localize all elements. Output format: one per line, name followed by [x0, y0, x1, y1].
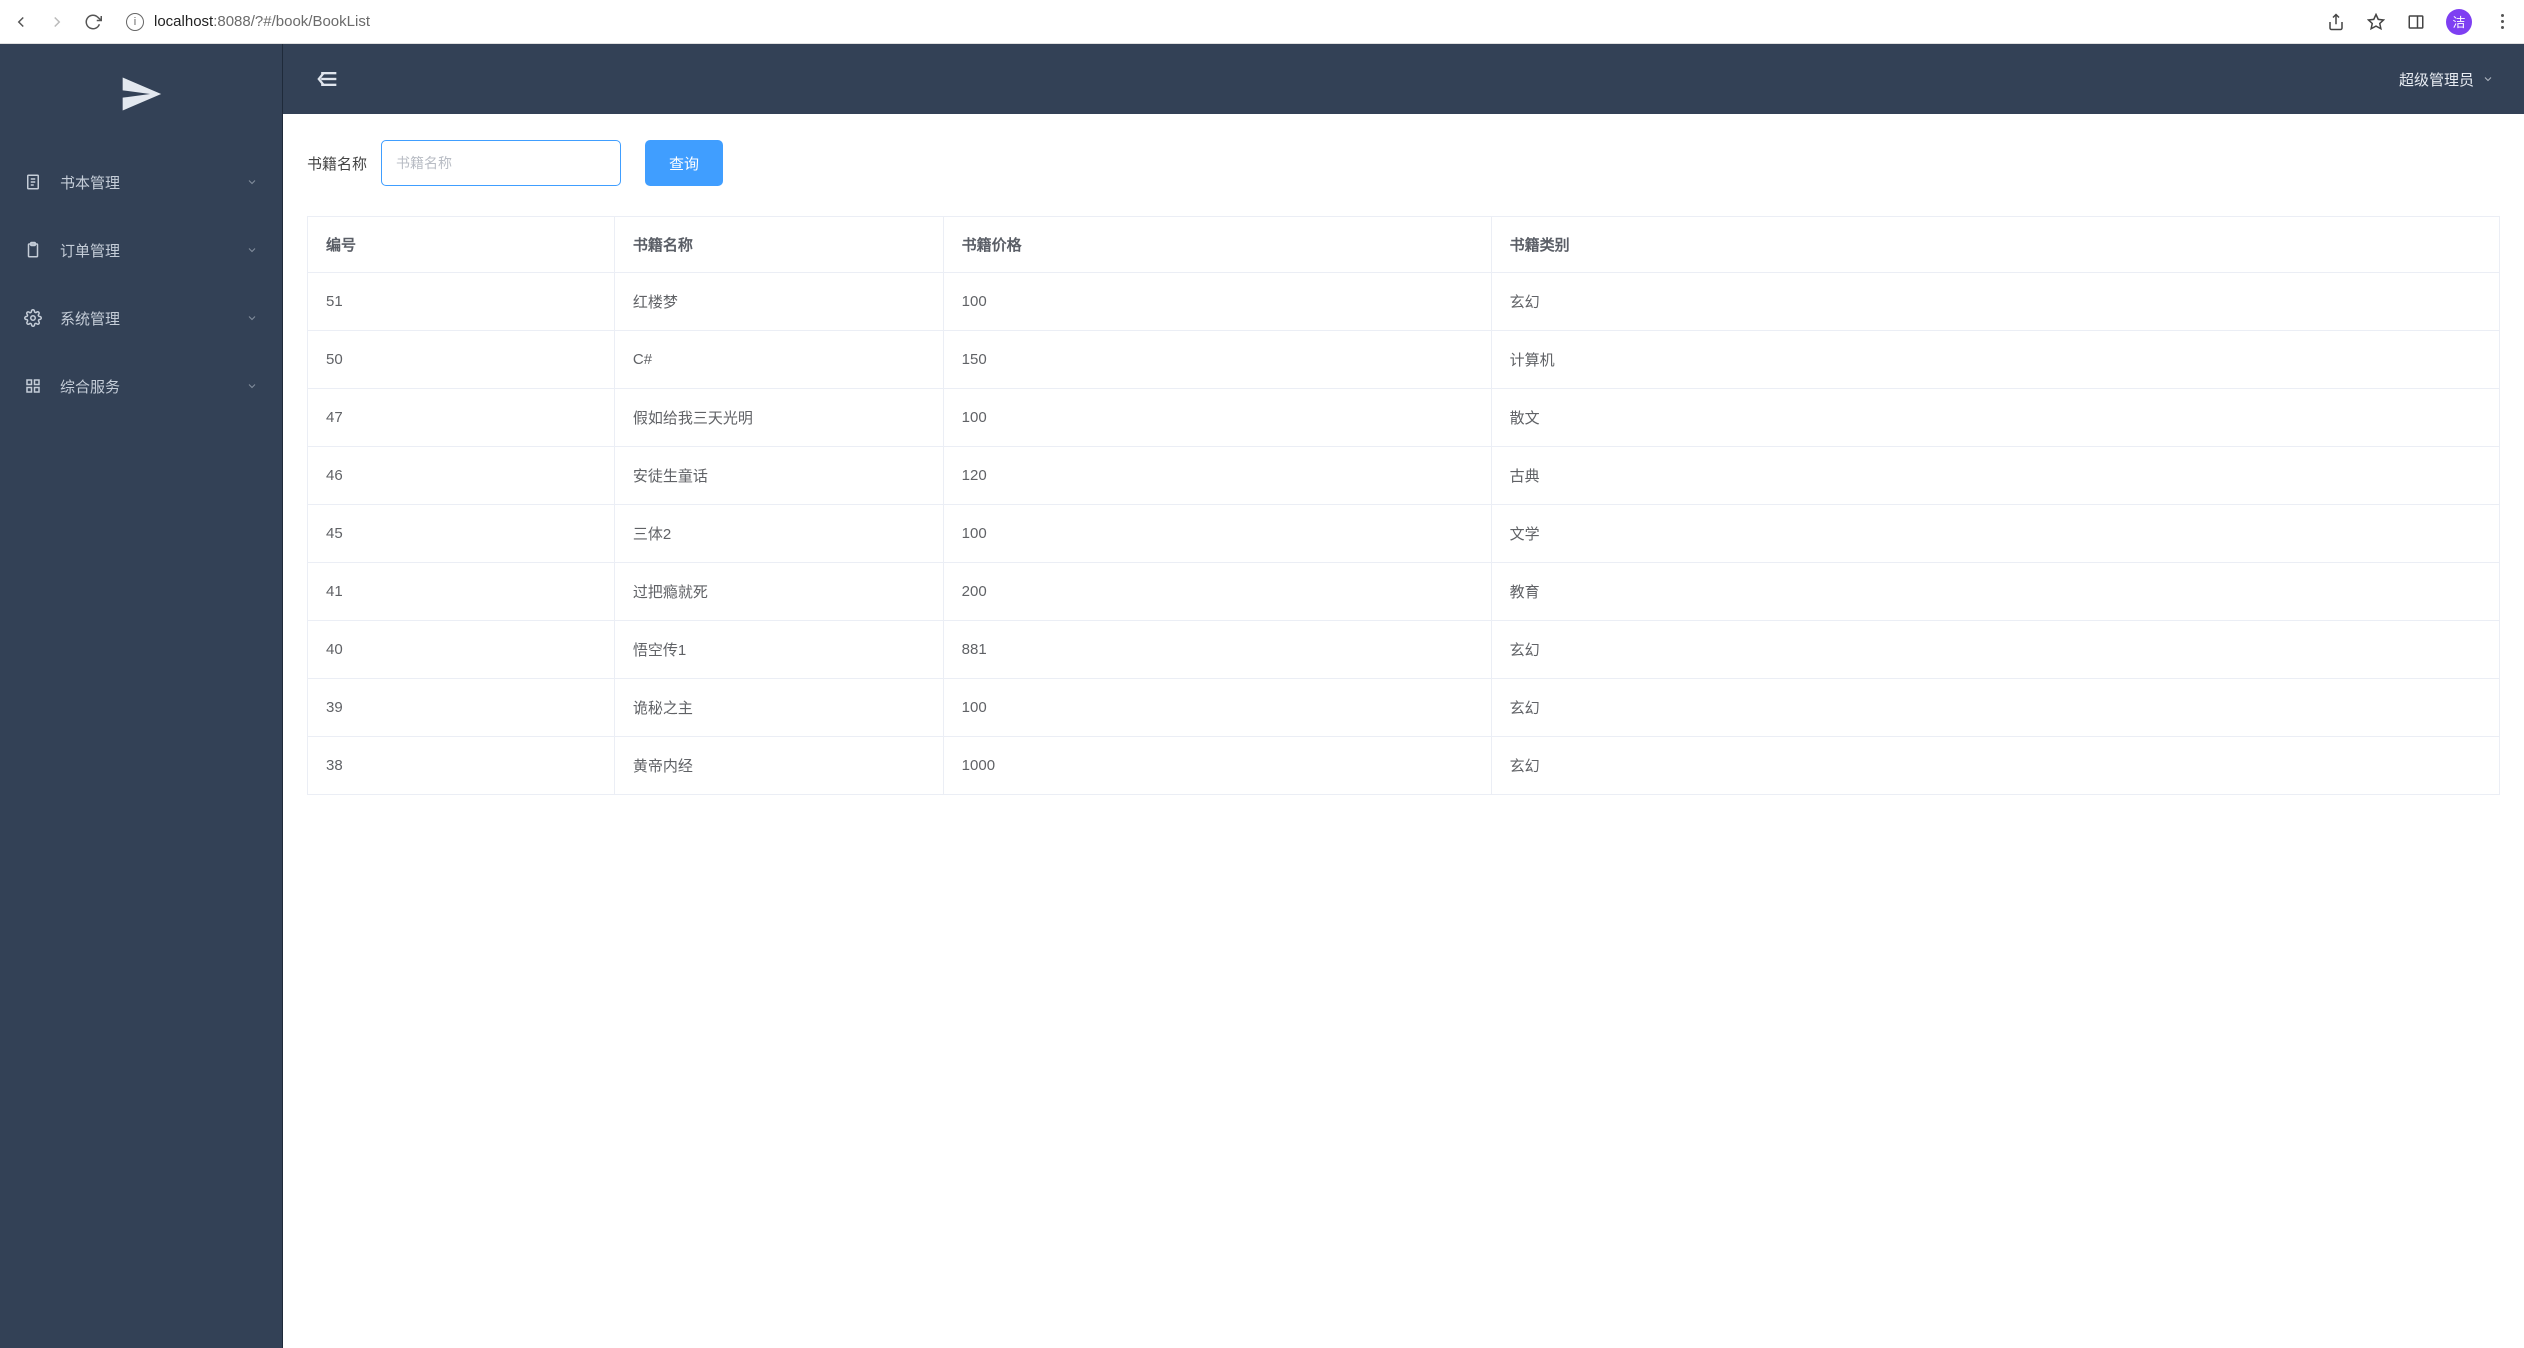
- kebab-menu-icon[interactable]: [2492, 12, 2512, 32]
- book-table: 编号 书籍名称 书籍价格 书籍类别 51红楼梦100玄幻50C#150计算机47…: [307, 216, 2500, 795]
- chevron-down-icon: [246, 380, 258, 392]
- collapse-sidebar-button[interactable]: [313, 65, 341, 93]
- cell-price: 100: [943, 679, 1491, 737]
- search-button[interactable]: 查询: [645, 140, 723, 186]
- forward-button[interactable]: [48, 13, 66, 31]
- url-bar[interactable]: i localhost:8088/?#/book/BookList: [126, 13, 2310, 31]
- table-row[interactable]: 51红楼梦100玄幻: [308, 273, 2500, 331]
- col-header-category: 书籍类别: [1491, 217, 2499, 273]
- cell-price: 100: [943, 389, 1491, 447]
- cell-id: 46: [308, 447, 615, 505]
- sidebar-item[interactable]: 订单管理: [0, 216, 282, 284]
- book-name-input[interactable]: [381, 140, 621, 186]
- cell-category: 文学: [1491, 505, 2499, 563]
- grid-icon: [24, 377, 42, 395]
- chevron-down-icon: [246, 244, 258, 256]
- sidebar-item-label: 综合服务: [60, 376, 246, 397]
- sidebar-menu: 书本管理订单管理系统管理综合服务: [0, 144, 282, 420]
- cell-price: 881: [943, 621, 1491, 679]
- main-area: 超级管理员 书籍名称 查询 编号 书籍名称 书籍价格 书籍类别: [283, 44, 2524, 1348]
- table-header-row: 编号 书籍名称 书籍价格 书籍类别: [308, 217, 2500, 273]
- topbar: 超级管理员: [283, 44, 2524, 114]
- table-row[interactable]: 40悟空传1881玄幻: [308, 621, 2500, 679]
- cell-id: 41: [308, 563, 615, 621]
- cell-category: 教育: [1491, 563, 2499, 621]
- browser-nav-group: [12, 13, 102, 31]
- sidebar-item[interactable]: 综合服务: [0, 352, 282, 420]
- cell-id: 45: [308, 505, 615, 563]
- cell-category: 玄幻: [1491, 273, 2499, 331]
- reload-button[interactable]: [84, 13, 102, 31]
- cell-name: C#: [614, 331, 943, 389]
- table-row[interactable]: 46安徒生童话120古典: [308, 447, 2500, 505]
- profile-avatar[interactable]: 洁: [2446, 9, 2472, 35]
- table-row[interactable]: 47假如给我三天光明100散文: [308, 389, 2500, 447]
- gear-icon: [24, 309, 42, 327]
- back-button[interactable]: [12, 13, 30, 31]
- cell-price: 100: [943, 505, 1491, 563]
- url-host: localhost: [154, 13, 213, 30]
- table-row[interactable]: 41过把瘾就死200教育: [308, 563, 2500, 621]
- cell-category: 玄幻: [1491, 679, 2499, 737]
- table-row[interactable]: 50C#150计算机: [308, 331, 2500, 389]
- cell-category: 玄幻: [1491, 621, 2499, 679]
- cell-price: 100: [943, 273, 1491, 331]
- table-row[interactable]: 39诡秘之主100玄幻: [308, 679, 2500, 737]
- browser-right-group: 洁: [2326, 9, 2512, 35]
- cell-category: 古典: [1491, 447, 2499, 505]
- content: 书籍名称 查询 编号 书籍名称 书籍价格 书籍类别 51红楼梦100玄幻50C#…: [283, 114, 2524, 1348]
- cell-id: 51: [308, 273, 615, 331]
- sidebar: 书本管理订单管理系统管理综合服务: [0, 44, 283, 1348]
- cell-id: 38: [308, 737, 615, 795]
- cell-name: 红楼梦: [614, 273, 943, 331]
- paper-plane-icon: [119, 72, 163, 116]
- cell-name: 诡秘之主: [614, 679, 943, 737]
- chevron-down-icon: [246, 312, 258, 324]
- cell-id: 39: [308, 679, 615, 737]
- col-header-name: 书籍名称: [614, 217, 943, 273]
- sidebar-item-label: 书本管理: [60, 172, 246, 193]
- chevron-down-icon: [246, 176, 258, 188]
- cell-name: 黄帝内经: [614, 737, 943, 795]
- url-path: :8088/?#/book/BookList: [213, 13, 370, 30]
- cell-price: 1000: [943, 737, 1491, 795]
- cell-category: 计算机: [1491, 331, 2499, 389]
- search-row: 书籍名称 查询: [307, 140, 2500, 186]
- sidebar-item[interactable]: 书本管理: [0, 148, 282, 216]
- sidebar-item[interactable]: 系统管理: [0, 284, 282, 352]
- cell-price: 120: [943, 447, 1491, 505]
- share-icon[interactable]: [2326, 12, 2346, 32]
- user-label: 超级管理员: [2399, 69, 2474, 90]
- panel-icon[interactable]: [2406, 12, 2426, 32]
- cell-price: 200: [943, 563, 1491, 621]
- site-info-icon[interactable]: i: [126, 13, 144, 31]
- chevron-down-icon: [2482, 73, 2494, 85]
- cell-name: 三体2: [614, 505, 943, 563]
- logo[interactable]: [0, 44, 282, 144]
- cell-name: 假如给我三天光明: [614, 389, 943, 447]
- cell-category: 玄幻: [1491, 737, 2499, 795]
- url-text: localhost:8088/?#/book/BookList: [154, 13, 370, 30]
- cell-name: 安徒生童话: [614, 447, 943, 505]
- table-row[interactable]: 38黄帝内经1000玄幻: [308, 737, 2500, 795]
- star-icon[interactable]: [2366, 12, 2386, 32]
- search-label: 书籍名称: [307, 153, 367, 174]
- sidebar-item-label: 系统管理: [60, 308, 246, 329]
- cell-id: 50: [308, 331, 615, 389]
- table-row[interactable]: 45三体2100文学: [308, 505, 2500, 563]
- col-header-id: 编号: [308, 217, 615, 273]
- cell-id: 40: [308, 621, 615, 679]
- sidebar-item-label: 订单管理: [60, 240, 246, 261]
- user-dropdown[interactable]: 超级管理员: [2399, 69, 2494, 90]
- cell-category: 散文: [1491, 389, 2499, 447]
- doc-icon: [24, 173, 42, 191]
- cell-name: 过把瘾就死: [614, 563, 943, 621]
- cell-id: 47: [308, 389, 615, 447]
- cell-name: 悟空传1: [614, 621, 943, 679]
- app-root: 书本管理订单管理系统管理综合服务 超级管理员 书籍名称 查询: [0, 44, 2524, 1348]
- browser-chrome: i localhost:8088/?#/book/BookList 洁: [0, 0, 2524, 44]
- col-header-price: 书籍价格: [943, 217, 1491, 273]
- cell-price: 150: [943, 331, 1491, 389]
- clipboard-icon: [24, 241, 42, 259]
